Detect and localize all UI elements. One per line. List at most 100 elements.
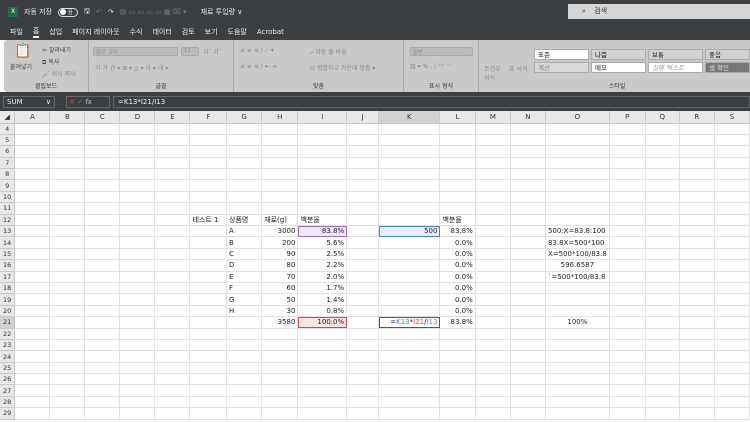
cell-E8[interactable]	[154, 168, 191, 181]
cell-O28[interactable]	[545, 396, 610, 409]
cell-Q27[interactable]	[645, 384, 680, 397]
cell-L21[interactable]: 83.8%	[439, 316, 476, 329]
cell-L14[interactable]: 0.0%	[439, 236, 476, 249]
cell-I22[interactable]	[297, 328, 348, 340]
cell-S25[interactable]	[714, 362, 750, 375]
cell-P11[interactable]	[609, 202, 646, 215]
cell-C15[interactable]	[84, 248, 121, 261]
cell-H25[interactable]	[261, 362, 299, 375]
cell-L23[interactable]	[439, 339, 476, 352]
undo-icon[interactable]: ↶	[96, 8, 102, 16]
cell-M16[interactable]	[475, 259, 511, 272]
cell-G10[interactable]	[226, 191, 263, 204]
cell-S19[interactable]	[714, 293, 750, 306]
style-check-cell[interactable]: 셀 확인	[705, 62, 750, 73]
cell-I20[interactable]: 0.8%	[297, 305, 348, 318]
cell-I24[interactable]	[297, 350, 348, 363]
cell-H5[interactable]	[261, 134, 299, 147]
cell-R24[interactable]	[679, 350, 715, 363]
cell-F15[interactable]	[189, 248, 227, 261]
cell-F26[interactable]	[189, 373, 227, 386]
cell-G9[interactable]	[226, 179, 263, 192]
cell-G29[interactable]	[226, 407, 263, 420]
cell-G7[interactable]	[226, 157, 263, 170]
cell-B19[interactable]	[49, 293, 86, 306]
tab-page-layout[interactable]: 페이지 레이아웃	[72, 27, 119, 37]
cell-M25[interactable]	[475, 362, 511, 375]
cell-E26[interactable]	[154, 373, 191, 386]
cell-M18[interactable]	[475, 282, 511, 295]
cell-A19[interactable]	[14, 293, 51, 306]
cell-B17[interactable]	[49, 271, 86, 283]
cell-N28[interactable]	[510, 396, 546, 409]
row-header-5[interactable]: 5	[0, 134, 16, 147]
cell-C28[interactable]	[84, 396, 121, 409]
number-format-select[interactable]: 일반	[410, 47, 473, 56]
cell-R8[interactable]	[679, 168, 715, 181]
name-box[interactable]: SUM ∨	[3, 96, 55, 108]
cell-S18[interactable]	[714, 282, 750, 295]
cell-Q9[interactable]	[645, 179, 680, 192]
cell-N7[interactable]	[510, 157, 546, 170]
cell-B22[interactable]	[49, 328, 86, 340]
cell-K19[interactable]	[378, 293, 441, 306]
row-header-29[interactable]: 29	[0, 407, 16, 420]
cell-M6[interactable]	[475, 145, 511, 158]
cell-G13[interactable]: A	[226, 225, 263, 238]
cell-D18[interactable]	[119, 282, 156, 295]
cell-L19[interactable]: 0.0%	[439, 293, 476, 306]
cell-F16[interactable]	[189, 259, 227, 272]
cell-R12[interactable]	[679, 214, 715, 227]
cell-H23[interactable]	[261, 339, 299, 352]
row-header-11[interactable]: 11	[0, 202, 16, 215]
cell-O15[interactable]: X=500*100/83.8	[545, 248, 610, 261]
cell-O20[interactable]	[545, 305, 610, 318]
cell-A20[interactable]	[14, 305, 51, 318]
cell-N13[interactable]	[510, 225, 546, 238]
cell-N23[interactable]	[510, 339, 546, 352]
cell-R29[interactable]	[679, 407, 715, 420]
row-header-7[interactable]: 7	[0, 157, 16, 170]
cell-O11[interactable]	[545, 202, 610, 215]
cell-P4[interactable]	[609, 123, 646, 135]
cell-M9[interactable]	[475, 179, 511, 192]
wrap-text-button[interactable]: ⤶ 자동 줄 바꿈	[310, 47, 347, 57]
cell-P25[interactable]	[609, 362, 646, 375]
cell-S8[interactable]	[714, 168, 750, 181]
cell-R13[interactable]	[679, 225, 715, 238]
cell-S9[interactable]	[714, 179, 750, 192]
cell-S21[interactable]	[714, 316, 750, 329]
cell-I18[interactable]: 1.7%	[297, 282, 348, 295]
cell-N4[interactable]	[510, 123, 546, 135]
cell-I15[interactable]: 2.5%	[297, 248, 348, 261]
insert-function-icon[interactable]: fx	[85, 98, 92, 106]
cell-P19[interactable]	[609, 293, 646, 306]
cell-I7[interactable]	[297, 157, 348, 170]
cell-D17[interactable]	[119, 271, 156, 283]
cell-D26[interactable]	[119, 373, 156, 386]
cell-C27[interactable]	[84, 384, 121, 397]
cell-J26[interactable]	[346, 373, 380, 386]
cell-M24[interactable]	[475, 350, 511, 363]
autosave-toggle[interactable]: 끔	[58, 7, 78, 17]
cell-D4[interactable]	[119, 123, 156, 135]
cell-K13[interactable]: 500	[378, 225, 441, 238]
paste-icon[interactable]: 📋	[14, 43, 31, 59]
cell-B11[interactable]	[49, 202, 86, 215]
cell-D16[interactable]	[119, 259, 156, 272]
cell-F19[interactable]	[189, 293, 227, 306]
cell-J19[interactable]	[346, 293, 380, 306]
cell-L5[interactable]	[439, 134, 476, 147]
cell-M10[interactable]	[475, 191, 511, 204]
cell-D15[interactable]	[119, 248, 156, 261]
cell-I5[interactable]	[297, 134, 348, 147]
cell-G22[interactable]	[226, 328, 263, 340]
cell-H7[interactable]	[261, 157, 299, 170]
cell-D28[interactable]	[119, 396, 156, 409]
cell-O6[interactable]	[545, 145, 610, 158]
quick-access-icons[interactable]: ▤ ▭ ▭ ▭ ▭ ▦ ⌧ ▾	[120, 8, 187, 16]
cell-D8[interactable]	[119, 168, 156, 181]
cell-Q25[interactable]	[645, 362, 680, 375]
cell-G16[interactable]: D	[226, 259, 263, 272]
style-neutral[interactable]: 보통	[648, 49, 703, 60]
